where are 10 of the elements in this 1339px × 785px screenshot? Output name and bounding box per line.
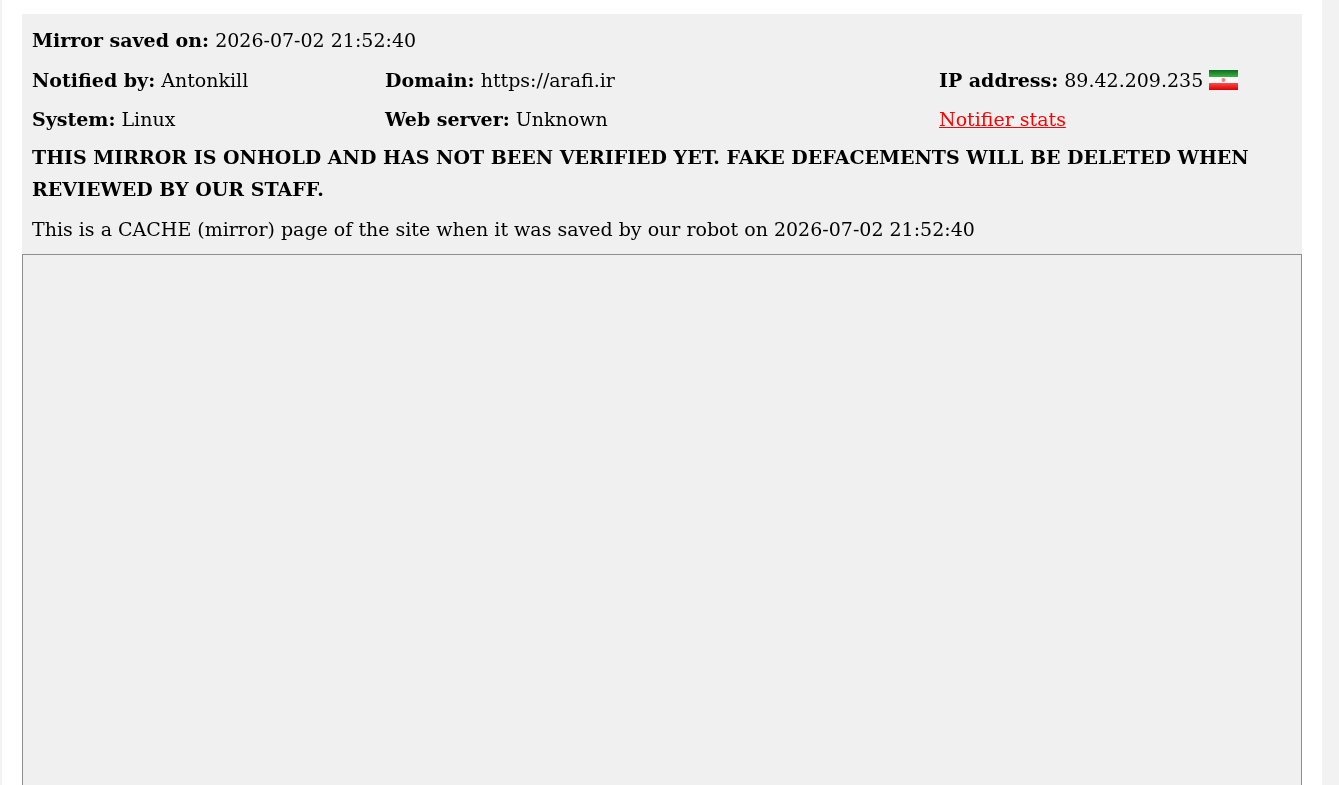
warning-text: THIS MIRROR IS ONHOLD AND HAS NOT BEEN VERIFIED YET. FAKE DEFACEMENTS WILL BE DELETED WHEN REVIEWED BY OUR STAFF. [32, 145, 1250, 202]
cache-note: This is a CACHE (mirror) page of the site when it was saved by our robot on 2026-07-02 21:52:40 [32, 217, 976, 242]
info-field: Domain: https://arafi.ir [385, 68, 615, 91]
info-field: IP address: 89.42.209.235 [939, 68, 1204, 91]
info-field: Web server: Unknown [385, 107, 608, 130]
notifier-stats-link[interactable]: Notifier stats [939, 107, 1066, 130]
flag-icon [1209, 69, 1239, 90]
info-field: System: Linux [32, 107, 176, 130]
info-field: Notified by: Antonkill [32, 68, 249, 91]
info-field: Mirror saved on: 2026-07-02 21:52:40 [32, 29, 417, 51]
